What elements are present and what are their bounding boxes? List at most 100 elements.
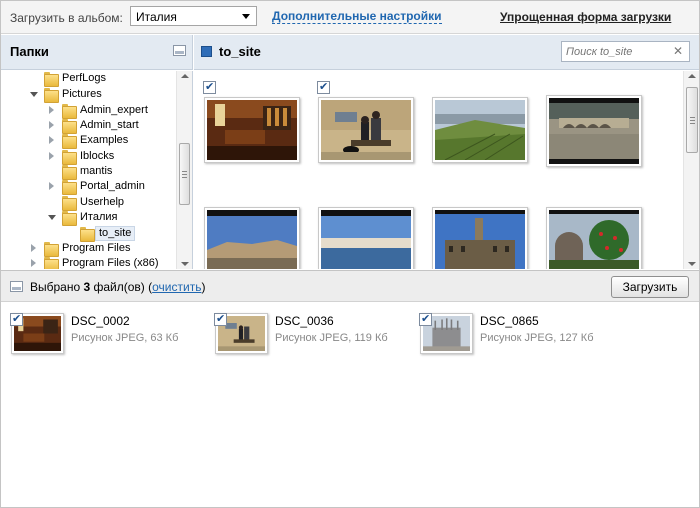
simple-upload-form-link[interactable]: Упрощенная форма загрузки — [500, 10, 671, 24]
folder-icon — [62, 119, 77, 134]
selected-file-item[interactable]: DSC_0865 Рисунок JPEG, 127 Кб — [419, 312, 614, 361]
folder-icon — [62, 211, 77, 226]
selected-file-item[interactable]: DSC_0036 Рисунок JPEG, 119 Кб — [214, 312, 409, 361]
photo-grid-scrollbar[interactable] — [683, 71, 700, 269]
scroll-up-icon[interactable] — [688, 74, 696, 78]
folder-icon — [62, 150, 77, 165]
folder-content-header: to_site ✕ — [194, 35, 700, 70]
selected-file-checkbox[interactable] — [10, 312, 23, 326]
folder-icon — [44, 72, 59, 87]
scrollbar-thumb[interactable] — [686, 87, 698, 153]
tree-item-label: Examples — [80, 134, 129, 146]
collapsed-arrow-icon[interactable] — [49, 121, 54, 129]
photo-image — [549, 98, 639, 164]
photo-thumbnail[interactable] — [432, 97, 528, 163]
photo-image — [321, 100, 411, 160]
photo-image — [435, 100, 525, 161]
selection-close-paren: ) — [201, 280, 206, 294]
folder-icon — [62, 180, 77, 195]
selection-prefix: Выбрано — [30, 280, 84, 294]
tree-item-label: Admin_expert — [80, 104, 148, 116]
selected-file-item[interactable]: DSC_0002 Рисунок JPEG, 63 Кб — [10, 312, 205, 361]
photo-thumbnail[interactable] — [546, 207, 642, 269]
file-meta: Рисунок JPEG, 127 Кб — [480, 332, 594, 344]
photo-thumbnail[interactable] — [318, 207, 414, 269]
expanded-arrow-icon[interactable] — [30, 92, 38, 97]
folder-icon — [44, 88, 59, 103]
current-folder-title: to_site — [219, 44, 261, 59]
clear-selection-link[interactable]: очистить — [152, 280, 201, 294]
advanced-settings-link[interactable]: Дополнительные настройки — [272, 10, 442, 24]
file-name: DSC_0865 — [480, 314, 539, 328]
current-folder-icon — [201, 46, 212, 57]
photo-image — [435, 210, 525, 269]
scroll-up-icon[interactable] — [181, 74, 189, 78]
tree-item-label: Program Files — [62, 242, 131, 254]
album-label: Загрузить в альбом: — [10, 11, 123, 25]
photo-image — [207, 210, 297, 269]
photo-thumbnail[interactable] — [546, 95, 642, 167]
folder-icon — [44, 257, 59, 269]
photo-grid — [194, 71, 683, 269]
photo-thumbnail[interactable] — [318, 97, 414, 163]
photo-checkbox[interactable] — [317, 80, 330, 94]
selected-files-list: DSC_0002 Рисунок JPEG, 63 Кб DSC_0036 Ри… — [0, 303, 700, 508]
collapsed-arrow-icon[interactable] — [49, 106, 54, 114]
search-box[interactable]: ✕ — [561, 41, 690, 62]
tree-item-label: Admin_start — [80, 119, 139, 131]
file-meta: Рисунок JPEG, 119 Кб — [275, 332, 388, 344]
tree-item-label: PerfLogs — [62, 72, 107, 84]
selection-suffix: файл(ов) ( — [90, 280, 153, 294]
collapsed-arrow-icon[interactable] — [31, 244, 36, 252]
chevron-down-icon — [242, 14, 250, 19]
album-select[interactable]: Италия — [130, 6, 257, 26]
photo-thumbnail[interactable] — [204, 97, 300, 163]
photo-image — [207, 100, 297, 160]
folders-panel-header: Папки — [0, 35, 193, 70]
tree-item-label: Италия — [80, 211, 118, 223]
collapse-panel-icon[interactable] — [173, 45, 186, 56]
tree-item-label: Program Files (x86) — [62, 257, 159, 269]
folder-icon — [62, 104, 77, 119]
selected-file-checkbox[interactable] — [214, 312, 227, 326]
photo-image — [321, 210, 411, 269]
folder-tree-scrollbar[interactable] — [176, 71, 192, 269]
top-toolbar: Загрузить в альбом: Италия Дополнительны… — [0, 0, 700, 34]
file-name: DSC_0036 — [275, 314, 334, 328]
collapsed-arrow-icon[interactable] — [31, 259, 36, 267]
folders-title: Папки — [10, 44, 49, 59]
collapse-selection-icon[interactable] — [10, 281, 23, 292]
upload-button[interactable]: Загрузить — [611, 276, 689, 298]
album-select-value: Италия — [136, 10, 177, 24]
search-input[interactable] — [566, 44, 664, 59]
tree-item-label: Portal_admin — [80, 180, 145, 192]
expanded-arrow-icon[interactable] — [48, 215, 56, 220]
tree-item-label: Iblocks — [80, 150, 115, 162]
selected-file-checkbox[interactable] — [419, 312, 432, 326]
photo-image — [549, 210, 639, 269]
folder-icon — [62, 134, 77, 149]
file-meta: Рисунок JPEG, 63 Кб — [71, 332, 179, 344]
folder-icon — [80, 227, 95, 242]
photo-thumbnail[interactable] — [204, 207, 300, 269]
tree-item-label: to_site — [95, 226, 136, 241]
file-name: DSC_0002 — [71, 314, 130, 328]
folder-icon — [62, 165, 77, 180]
selection-bar: Выбрано 3 файл(ов) (очистить) Загрузить — [0, 270, 700, 302]
collapsed-arrow-icon[interactable] — [49, 136, 54, 144]
scrollbar-thumb[interactable] — [179, 143, 190, 205]
collapsed-arrow-icon[interactable] — [49, 182, 54, 190]
tree-item-label: mantis — [80, 165, 113, 177]
tree-item-label: Pictures — [62, 88, 102, 100]
folder-tree: PerfLogs Pictures Admin_expert Admin_sta… — [0, 71, 193, 269]
scroll-down-icon[interactable] — [688, 262, 696, 266]
photo-checkbox[interactable] — [203, 80, 216, 94]
tree-item-label: Userhelp — [80, 196, 125, 208]
clear-search-icon[interactable]: ✕ — [673, 44, 683, 58]
folder-icon — [62, 196, 77, 211]
collapsed-arrow-icon[interactable] — [49, 152, 54, 160]
photo-thumbnail[interactable] — [432, 207, 528, 269]
selection-summary: Выбрано 3 файл(ов) (очистить) — [30, 280, 205, 294]
scroll-down-icon[interactable] — [181, 262, 189, 266]
folder-icon — [44, 242, 59, 257]
